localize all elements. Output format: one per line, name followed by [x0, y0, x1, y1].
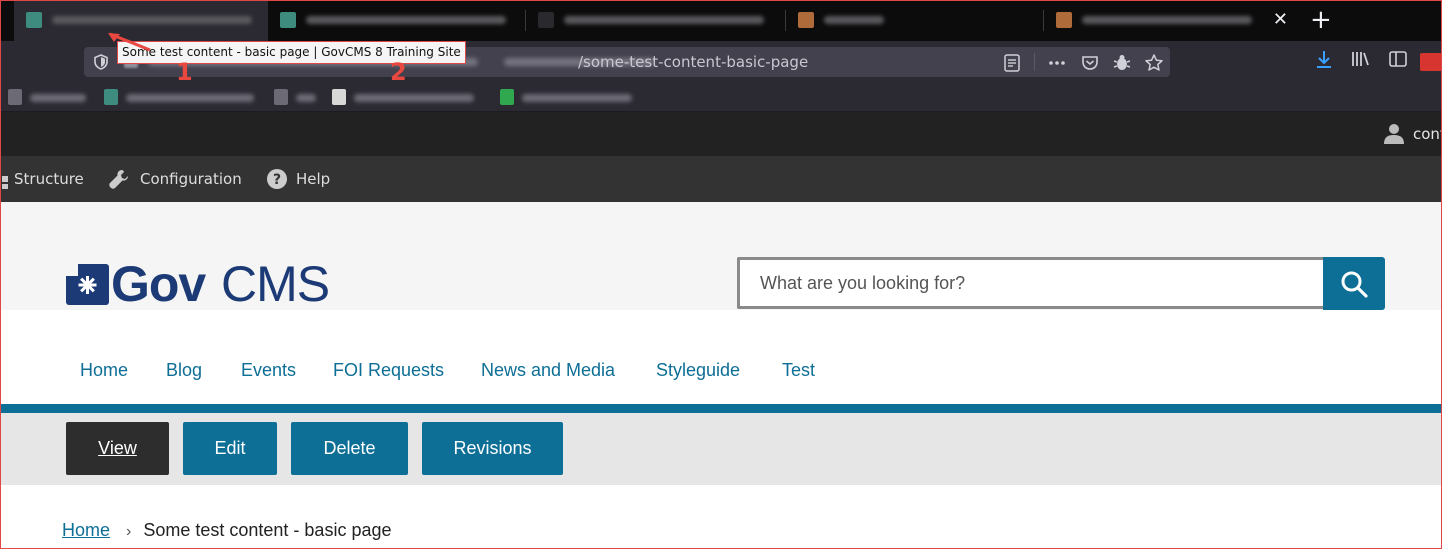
local-tasks: View Edit Delete Revisions [0, 413, 1442, 485]
tab-view[interactable]: View [66, 422, 169, 475]
library-icon[interactable] [1350, 49, 1370, 69]
structure-icon [2, 176, 8, 189]
annotation-label: 1 [176, 58, 193, 86]
browser-tab[interactable] [268, 0, 526, 41]
bookmark-title-redacted [30, 94, 86, 102]
admin-user-link[interactable]: cont [1413, 125, 1442, 143]
bookmark-title-redacted [354, 94, 474, 102]
search-button[interactable] [1323, 257, 1385, 310]
bookmark-favicon-icon [500, 89, 514, 105]
breadcrumb-separator: › [126, 523, 132, 540]
tab-title-redacted [824, 16, 884, 24]
logo-text-gov: Gov [111, 256, 206, 312]
bookmarks-toolbar [0, 83, 1442, 112]
bookmark-folder[interactable] [274, 89, 318, 105]
admin-menu-help[interactable]: Help [296, 156, 330, 202]
tab-title-redacted [564, 16, 764, 24]
more-actions-icon[interactable] [1047, 53, 1067, 73]
bookmark-star-icon[interactable] [1144, 53, 1164, 73]
extension-icon[interactable] [1420, 53, 1442, 71]
bookmark-item[interactable] [500, 89, 640, 105]
nav-styleguide[interactable]: Styleguide [656, 360, 740, 381]
user-icon[interactable] [1384, 123, 1404, 145]
bookmark-title-redacted [522, 94, 632, 102]
tab-favicon-icon [280, 12, 296, 28]
search-icon [1341, 271, 1368, 298]
bookmark-item[interactable] [104, 89, 264, 105]
bookmark-title-redacted [126, 94, 254, 102]
browser-tab[interactable]: ✕ [1044, 0, 1302, 41]
browser-tab[interactable] [786, 0, 1044, 41]
bookmark-favicon-icon [8, 89, 22, 105]
bookmark-item[interactable] [332, 89, 482, 105]
urlbar-divider [1034, 53, 1035, 71]
tab-tooltip: Some test content - basic page | GovCMS … [117, 41, 466, 64]
tab-close-icon[interactable]: ✕ [1273, 10, 1288, 30]
help-icon: ? [267, 169, 287, 189]
tab-revisions[interactable]: Revisions [422, 422, 563, 475]
govcms-star-icon [66, 264, 109, 305]
drupal-admin-toolbar: cont [0, 112, 1442, 156]
main-navigation: Home Blog Events FOI Requests News and M… [0, 310, 1442, 404]
logo-text-cms: CMS [221, 256, 330, 312]
tab-delete[interactable]: Delete [291, 422, 408, 475]
wrench-icon [109, 170, 128, 189]
nav-blog[interactable]: Blog [166, 360, 202, 381]
bookmark-title-redacted [296, 94, 316, 102]
new-tab-button[interactable]: + [1310, 5, 1332, 35]
sidebar-icon[interactable] [1388, 49, 1408, 69]
browser-tab-strip: ✕ + [0, 0, 1442, 41]
tab-favicon-icon [26, 12, 42, 28]
folder-icon [274, 89, 288, 105]
nav-foi-requests[interactable]: FOI Requests [333, 360, 444, 381]
tab-title-redacted [52, 16, 252, 24]
admin-menu-configuration[interactable]: Configuration [140, 156, 242, 202]
pocket-icon[interactable] [1080, 53, 1100, 73]
browser-tab[interactable] [526, 0, 786, 41]
drupal-admin-menu: Structure Configuration ? Help [0, 156, 1442, 202]
downloads-icon[interactable] [1314, 49, 1334, 69]
tab-favicon-icon [1056, 12, 1072, 28]
tab-edit[interactable]: Edit [183, 422, 277, 475]
bookmark-item[interactable] [8, 89, 90, 105]
breadcrumb-home-link[interactable]: Home [62, 520, 110, 540]
bookmark-favicon-icon [104, 89, 118, 105]
bookmark-favicon-icon [332, 89, 346, 105]
nav-test[interactable]: Test [782, 360, 815, 381]
tab-title-redacted [1082, 16, 1252, 24]
reader-view-icon[interactable] [1002, 53, 1022, 73]
tab-favicon-icon [538, 12, 554, 28]
nav-home[interactable]: Home [80, 360, 128, 381]
url-path-text: /some-test-content-basic-page [578, 53, 809, 71]
site-search-input[interactable] [737, 257, 1325, 309]
svg-text:?: ? [273, 172, 281, 188]
breadcrumb-current: Some test content - basic page [143, 520, 392, 540]
bug-extension-icon[interactable] [1112, 53, 1132, 73]
tab-title-redacted [306, 16, 506, 24]
admin-menu-structure[interactable]: Structure [14, 156, 84, 202]
breadcrumb: Home › Some test content - basic page [62, 520, 392, 541]
annotation-arrow-icon [108, 32, 151, 52]
nav-news-and-media[interactable]: News and Media [481, 360, 615, 381]
tab-favicon-icon [798, 12, 814, 28]
annotation-label: 2 [390, 58, 407, 86]
nav-events[interactable]: Events [241, 360, 296, 381]
nav-divider [0, 404, 1442, 413]
